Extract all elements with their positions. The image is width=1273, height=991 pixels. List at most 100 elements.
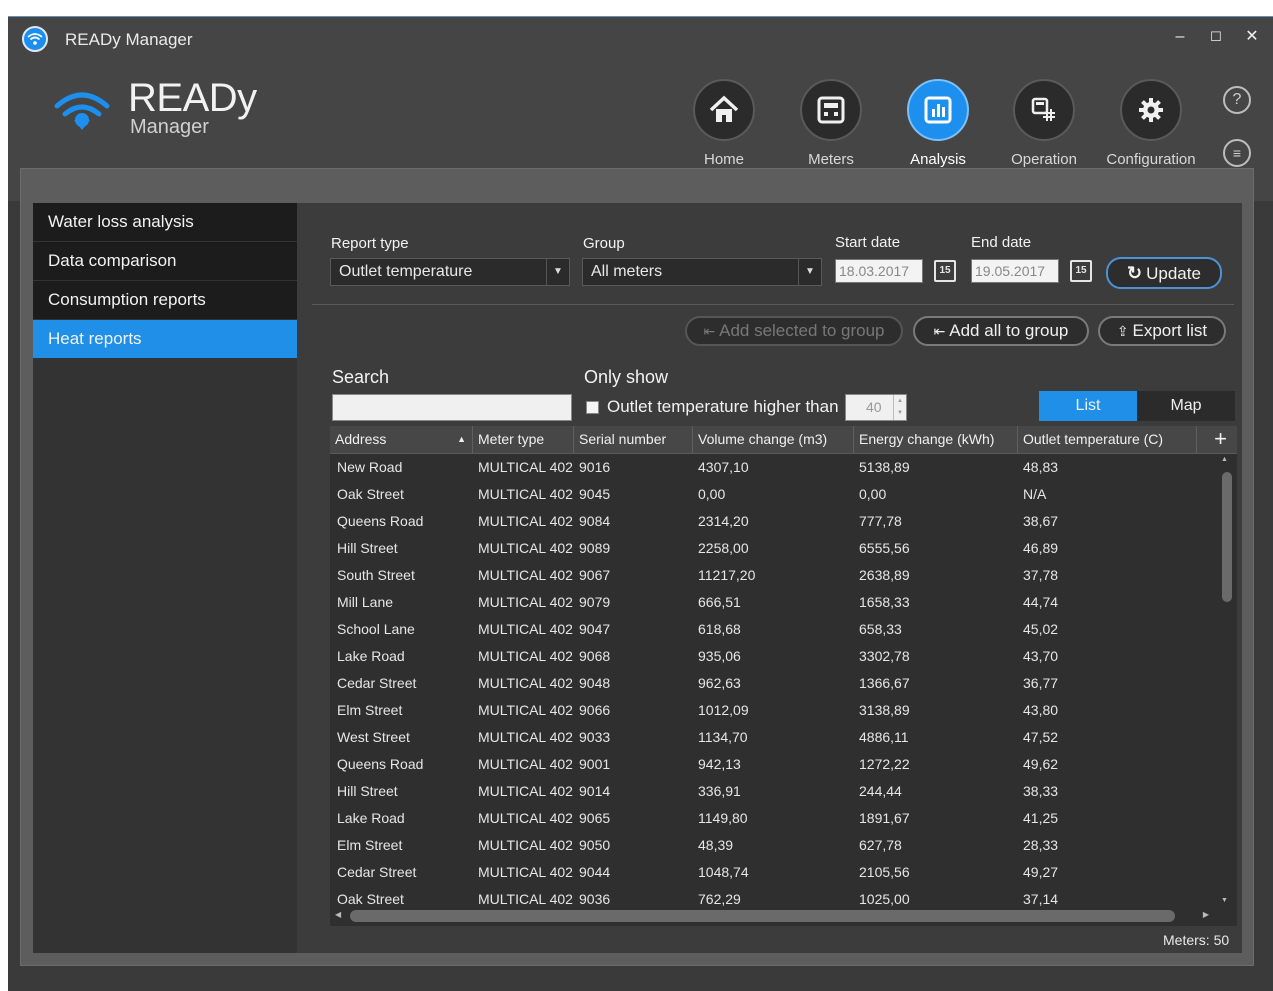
separator: [312, 304, 1234, 305]
table-row[interactable]: Elm Street MULTICAL 402 9050 48,39 627,78 28,…: [330, 832, 1218, 859]
table-row[interactable]: Queens Road MULTICAL 402 9084 2314,20 777,78…: [330, 508, 1218, 535]
update-button-label: Update: [1146, 264, 1201, 283]
export-list-button[interactable]: ⇪ Export list: [1098, 316, 1226, 346]
report-type-value: Outlet temperature: [339, 263, 473, 280]
nav-home-label: Home: [703, 151, 744, 168]
table-cell: 48,83: [1023, 459, 1059, 475]
table-row[interactable]: Queens Road MULTICAL 402 9001 942,13 1272,22…: [330, 751, 1218, 778]
only-show-title: Only show: [584, 367, 669, 387]
nav-meters-label: Meters: [808, 151, 854, 168]
end-date-input[interactable]: 19.05.2017: [971, 259, 1059, 283]
table-cell: Oak Street: [337, 891, 404, 906]
map-view-toggle[interactable]: Map: [1137, 391, 1235, 421]
column-header-serial-number[interactable]: Serial number: [574, 426, 693, 453]
horizontal-scroll-thumb[interactable]: [350, 910, 1175, 922]
table-cell: 618,68: [698, 621, 741, 637]
add-column-icon[interactable]: +: [1214, 427, 1227, 451]
start-date-input[interactable]: 18.03.2017: [835, 259, 923, 283]
table-cell: 3138,89: [859, 702, 910, 718]
close-button[interactable]: ✕: [1235, 23, 1269, 51]
table-row[interactable]: Oak Street MULTICAL 402 9045 0,00 0,00 N/A: [330, 481, 1218, 508]
column-header-energy-change[interactable]: Energy change (kWh): [854, 426, 1018, 453]
table-cell: 43,70: [1023, 648, 1059, 664]
add-all-label: Add all to group: [949, 321, 1069, 340]
table-row[interactable]: Mill Lane MULTICAL 402 9079 666,51 1658,33 44…: [330, 589, 1218, 616]
maximize-button[interactable]: ☐: [1199, 23, 1233, 51]
table-row[interactable]: Lake Road MULTICAL 402 9068 935,06 3302,78 43…: [330, 643, 1218, 670]
table-cell: 627,78: [859, 837, 902, 853]
help-icon[interactable]: ?: [1223, 86, 1251, 114]
table-cell: 935,06: [698, 648, 741, 664]
report-type-label: Report type: [331, 235, 409, 252]
scroll-right-icon[interactable]: ▶: [1203, 910, 1209, 919]
table-cell: Cedar Street: [337, 864, 417, 880]
table-row[interactable]: Elm Street MULTICAL 402 9066 1012,09 3138,89…: [330, 697, 1218, 724]
table-row[interactable]: Oak Street MULTICAL 402 9036 762,29 1025,00 3…: [330, 886, 1218, 906]
calendar-icon[interactable]: 15: [934, 260, 956, 282]
group-select[interactable]: All meters ▼: [582, 258, 822, 286]
table-cell: 1048,74: [698, 864, 749, 880]
table-row[interactable]: Cedar Street MULTICAL 402 9048 962,63 1366,6…: [330, 670, 1218, 697]
vertical-scrollbar[interactable]: ▲ ▼: [1219, 454, 1233, 906]
scroll-left-icon[interactable]: ◀: [335, 910, 341, 919]
table-row[interactable]: Hill Street MULTICAL 402 9089 2258,00 6555,5…: [330, 535, 1218, 562]
sidebar-item-water-loss-analysis[interactable]: Water loss analysis: [33, 203, 297, 241]
scroll-up-icon[interactable]: ▲: [1221, 456, 1228, 463]
sidebar-item-consumption-reports[interactable]: Consumption reports: [33, 281, 297, 319]
table-cell: Hill Street: [337, 783, 398, 799]
threshold-stepper[interactable]: 40 ▲ ▼: [845, 394, 907, 421]
table-row[interactable]: South Street MULTICAL 402 9067 11217,20 2638…: [330, 562, 1218, 589]
table-row[interactable]: West Street MULTICAL 402 9033 1134,70 4886,1…: [330, 724, 1218, 751]
end-date-label: End date: [971, 234, 1032, 251]
search-input[interactable]: [332, 394, 572, 421]
scroll-down-icon[interactable]: ▼: [1221, 897, 1228, 904]
table-cell: 1272,22: [859, 756, 910, 772]
table-cell: 1134,70: [698, 729, 748, 745]
nav-home[interactable]: Home: [674, 79, 774, 179]
table-row[interactable]: Cedar Street MULTICAL 402 9044 1048,74 2105,…: [330, 859, 1218, 886]
nav-analysis[interactable]: Analysis: [888, 79, 988, 179]
table-row[interactable]: Lake Road MULTICAL 402 9065 1149,80 1891,67 4…: [330, 805, 1218, 832]
minimize-button[interactable]: –: [1163, 23, 1197, 51]
menu-icon[interactable]: ≡: [1223, 139, 1251, 167]
table-row[interactable]: School Lane MULTICAL 402 9047 618,68 658,33 4…: [330, 616, 1218, 643]
table-cell: 5138,89: [859, 459, 910, 475]
sidebar-item-data-comparison[interactable]: Data comparison: [33, 242, 297, 280]
table-cell: 9089: [579, 540, 611, 556]
calendar-icon[interactable]: 15: [1070, 260, 1092, 282]
column-header-meter-type[interactable]: Meter type: [473, 426, 574, 453]
table-cell: 38,33: [1023, 783, 1059, 799]
table-cell: 1891,67: [859, 810, 910, 826]
column-header-address[interactable]: Address ▲: [330, 426, 473, 453]
table-cell: Queens Road: [337, 513, 424, 529]
table-row[interactable]: Hill Street MULTICAL 402 9014 336,91 244,44 3…: [330, 778, 1218, 805]
horizontal-scrollbar[interactable]: ◀ ▶: [330, 906, 1237, 926]
table-cell: 336,91: [698, 783, 741, 799]
stepper-arrows-icon[interactable]: ▲ ▼: [893, 395, 906, 420]
table-row[interactable]: New Road MULTICAL 402 9016 4307,10 5138,89 48…: [330, 454, 1218, 481]
sort-ascending-icon: ▲: [457, 434, 466, 444]
vertical-scroll-thumb[interactable]: [1222, 472, 1232, 602]
update-button[interactable]: ↻ Update: [1106, 257, 1222, 289]
title-bar: READy Manager – ☐ ✕: [8, 17, 1273, 61]
table-cell: 37,78: [1023, 567, 1059, 583]
list-view-toggle[interactable]: List: [1039, 391, 1137, 421]
column-header-outlet-temperature[interactable]: Outlet temperature (C): [1018, 426, 1197, 453]
table-cell: 2105,56: [859, 864, 910, 880]
sidebar-item-heat-reports[interactable]: Heat reports: [33, 320, 297, 358]
outlet-temp-checkbox[interactable]: [586, 401, 599, 414]
column-header-volume-change[interactable]: Volume change (m3): [693, 426, 854, 453]
nav-meters[interactable]: Meters: [781, 79, 881, 179]
report-type-select[interactable]: Outlet temperature ▼: [330, 258, 570, 286]
table-cell: 45,02: [1023, 621, 1059, 637]
add-selected-to-group-button[interactable]: ⇤ Add selected to group: [685, 316, 903, 346]
table-cell: 0,00: [859, 486, 887, 502]
table-cell: 9036: [579, 891, 611, 906]
table-cell: Elm Street: [337, 702, 403, 718]
table-cell: South Street: [337, 567, 415, 583]
nav-operation[interactable]: Operation: [994, 79, 1094, 179]
table-cell: 666,51: [698, 594, 741, 610]
nav-configuration[interactable]: Configuration: [1101, 79, 1201, 179]
table-cell: 9033: [579, 729, 611, 745]
add-all-to-group-button[interactable]: ⇤ Add all to group: [913, 316, 1089, 346]
